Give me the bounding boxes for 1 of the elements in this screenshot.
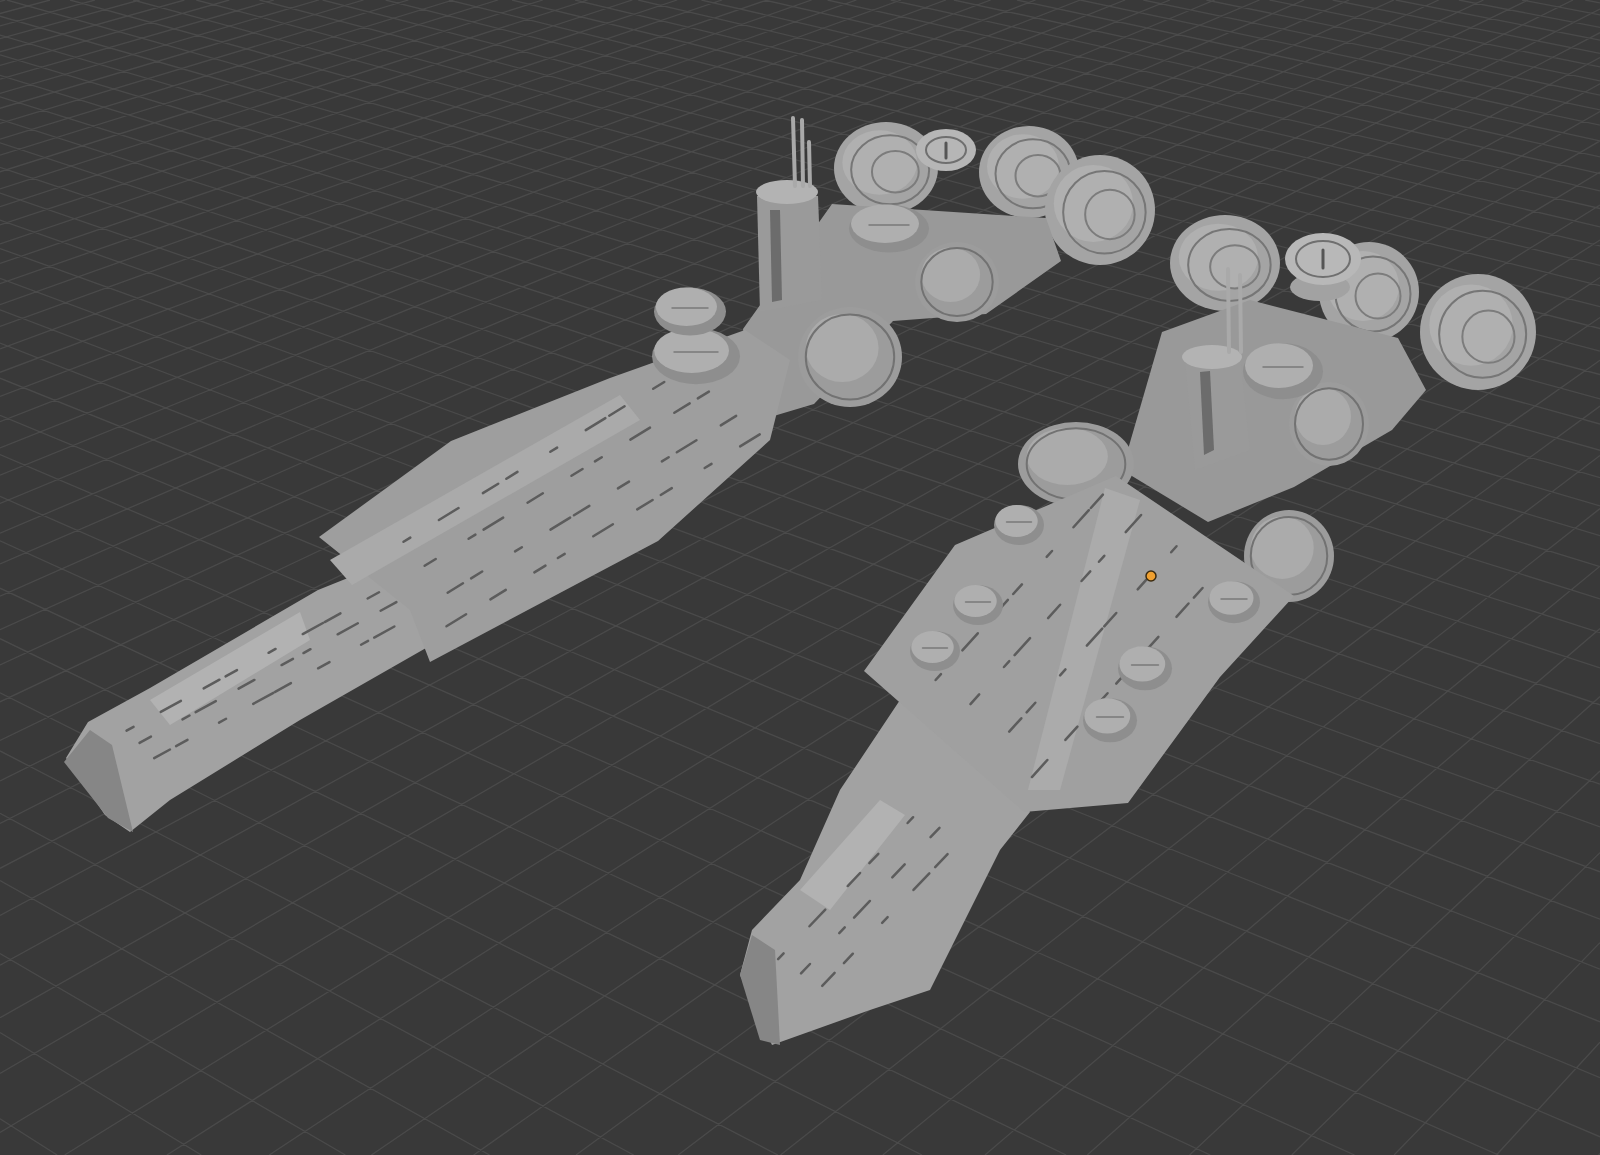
spaceship-drawing[interactable] — [740, 215, 1536, 1045]
